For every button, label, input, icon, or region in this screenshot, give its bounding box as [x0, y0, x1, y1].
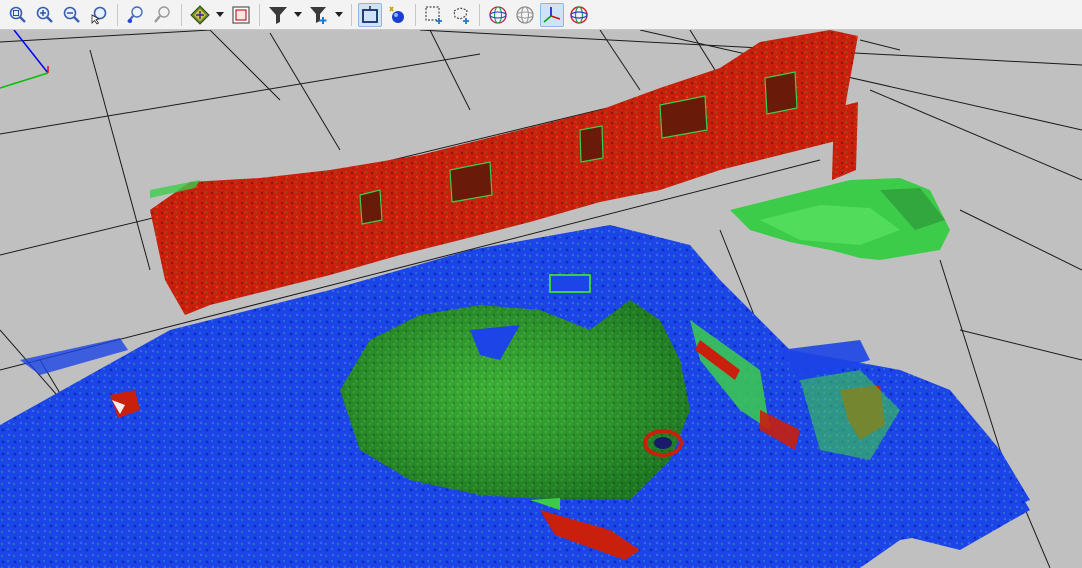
sphere-color-button[interactable] [567, 3, 591, 27]
filter-add-dropdown[interactable] [334, 3, 344, 27]
sphere-color-icon [570, 5, 588, 24]
navigation-mode-dropdown[interactable] [215, 3, 225, 27]
toolbar-separator [479, 3, 480, 26]
pick-region-button[interactable] [151, 3, 175, 27]
chevron-down-icon [294, 11, 302, 17]
zoom-out-button[interactable] [60, 3, 84, 27]
pick-region-icon [154, 5, 170, 23]
point-cloud-scene[interactable] [0, 30, 1082, 568]
select-point-icon [389, 6, 404, 23]
chevron-down-icon [335, 11, 343, 17]
toolbar-separator [415, 3, 416, 26]
select-point-button[interactable] [385, 3, 409, 27]
zoom-fit-icon [9, 6, 26, 23]
vegetation-cloud [730, 178, 950, 260]
zoom-fit-button[interactable] [6, 3, 30, 27]
3d-viewport[interactable] [0, 30, 1082, 568]
zoom-selection-button[interactable] [87, 3, 111, 27]
filter-dropdown[interactable] [293, 3, 303, 27]
toolbar-separator [351, 3, 352, 26]
sphere-grid-button[interactable] [513, 3, 537, 27]
pick-point-button[interactable] [124, 3, 148, 27]
zoom-in-icon [36, 6, 53, 23]
frame-view-icon [232, 5, 250, 24]
lasso-select-icon [453, 6, 469, 24]
frame-view-button[interactable] [229, 3, 253, 27]
navigation-mode-icon [190, 4, 210, 25]
sphere-view-icon [489, 5, 507, 24]
sphere-grid-icon [516, 5, 534, 24]
filter-icon [269, 6, 287, 24]
axes-button[interactable] [540, 2, 564, 27]
navigation-mode-button[interactable] [188, 3, 212, 27]
toolbar-separator [117, 3, 118, 26]
zoom-out-icon [63, 6, 80, 23]
pick-point-icon [127, 5, 143, 23]
y-axis-line [13, 30, 49, 74]
box-select-button[interactable] [422, 3, 446, 27]
filter-button[interactable] [266, 3, 290, 27]
lasso-select-button[interactable] [449, 3, 473, 27]
filter-add-icon [310, 6, 327, 24]
zoom-selection-icon [91, 6, 107, 25]
zoom-in-button[interactable] [33, 3, 57, 27]
select-rectangle-button[interactable] [358, 2, 382, 27]
toolbar-separator [259, 3, 260, 26]
axes-icon [543, 6, 561, 23]
sphere-view-button[interactable] [486, 3, 510, 27]
toolbar [0, 0, 1082, 30]
box-select-icon [425, 5, 442, 24]
chevron-down-icon [216, 11, 224, 17]
select-rectangle-icon [362, 5, 378, 23]
filter-add-button[interactable] [307, 3, 331, 27]
axis-triad [0, 30, 49, 89]
toolbar-separator [181, 3, 182, 26]
x-axis-line [0, 72, 49, 89]
